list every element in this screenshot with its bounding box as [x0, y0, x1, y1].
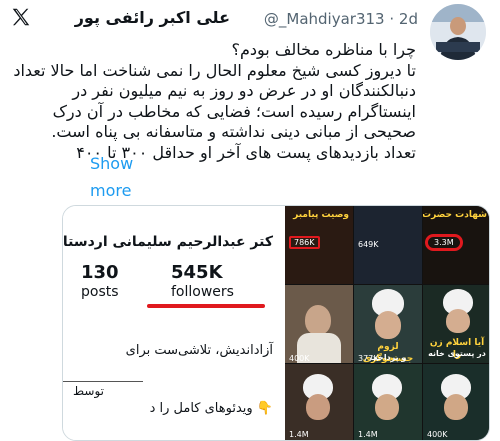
tweet-line: چرا با مناظره مخالف بودم؟	[231, 40, 416, 59]
person-figure	[305, 305, 331, 335]
author-display-name[interactable]: علی اکبر رائفی پور	[75, 8, 230, 27]
post-tile: وصیت پیامبر 786K	[285, 206, 353, 284]
tweet-line: اینستاگرام رسیده است؛ فضایی که مخاطب در …	[52, 101, 416, 121]
post-views: 400K	[427, 430, 448, 439]
face	[444, 394, 468, 420]
post-views: 400K	[289, 354, 310, 363]
tweet-body: چرا با مناظره مخالف بودم؟ تا دیروز کسی ش…	[8, 40, 416, 163]
profile-bio-line: 👇 ویدئوهای کامل را د	[149, 401, 273, 416]
post-tile: شهادت حضرت زهرا 3.3M	[423, 206, 489, 284]
face	[306, 394, 330, 420]
divider	[63, 381, 143, 382]
post-title: شهادت حضرت زهرا	[423, 210, 487, 220]
post-tile: 649K	[354, 206, 422, 284]
profile-bio-line: توسط	[73, 384, 104, 398]
show-more-link[interactable]: Show more	[90, 150, 170, 204]
face	[375, 394, 399, 420]
red-underline	[147, 304, 265, 308]
post-tile: 400K	[423, 364, 489, 440]
post-views: 3.3M	[425, 234, 463, 251]
post-tile: لزوم جستجوگری و پرداخت	[354, 285, 422, 363]
tweet-line: دنبالکنندگان او در عرض دو روز به نیم میل…	[72, 81, 416, 100]
post-views: 377K	[358, 354, 379, 363]
post-views: 786K	[289, 236, 320, 249]
posts-label: posts	[81, 284, 119, 300]
post-tile: 1.4M	[285, 364, 353, 440]
tweet-meta: @_Mahdiyar313 · 2d	[264, 10, 418, 28]
tweet-header: @_Mahdiyar313 · 2d علی اکبر رائفی پور	[0, 0, 500, 60]
profile-name: کتر عبدالرحیم سلیمانی اردستانی	[62, 234, 273, 250]
post-title: وصیت پیامبر	[293, 210, 349, 220]
instagram-post-grid: وصیت پیامبر 786K 649K شهادت حضرت زهرا 3.…	[285, 206, 489, 440]
followers-count: 545K	[171, 262, 223, 283]
face	[446, 309, 470, 333]
tweet-line: صحیحی از مبانی دینی نداشته و متاسفانه بی…	[51, 122, 416, 141]
show-more-word2[interactable]: more	[90, 177, 170, 204]
post-tile	[285, 285, 353, 363]
face	[375, 311, 401, 339]
avatar-image	[430, 4, 486, 60]
show-more-word1[interactable]: Show	[90, 150, 170, 177]
post-views: 1.4M	[358, 430, 378, 439]
followers-label: followers	[171, 284, 234, 300]
avatar[interactable]	[430, 4, 486, 60]
media-image[interactable]: کتر عبدالرحیم سلیمانی اردستانی 130 posts…	[62, 205, 490, 441]
instagram-profile-screenshot: کتر عبدالرحیم سلیمانی اردستانی 130 posts…	[62, 206, 285, 440]
post-tile: آیا اسلام زن را در پستوی خانه	[423, 285, 489, 363]
x-logo-icon[interactable]	[10, 6, 32, 28]
meta-separator: ·	[389, 10, 399, 28]
post-views: 1.4M	[289, 430, 309, 439]
tweet-line: تا دیروز کسی شیخ معلوم الحال را نمی شناخ…	[13, 60, 416, 80]
author-handle[interactable]: @_Mahdiyar313	[264, 10, 385, 28]
posts-count: 130	[81, 262, 119, 283]
tweet-line: تعداد بازدیدهای پست های آخر او حداقل ۳۰۰…	[76, 142, 416, 162]
post-views: 649K	[358, 240, 379, 249]
tweet-age[interactable]: 2d	[399, 10, 418, 28]
post-caption: در پستوی خانه	[428, 349, 486, 358]
profile-bio-line: آزاداندیش، تلاشی‌ست برای	[125, 343, 273, 358]
post-tile: 1.4M	[354, 364, 422, 440]
